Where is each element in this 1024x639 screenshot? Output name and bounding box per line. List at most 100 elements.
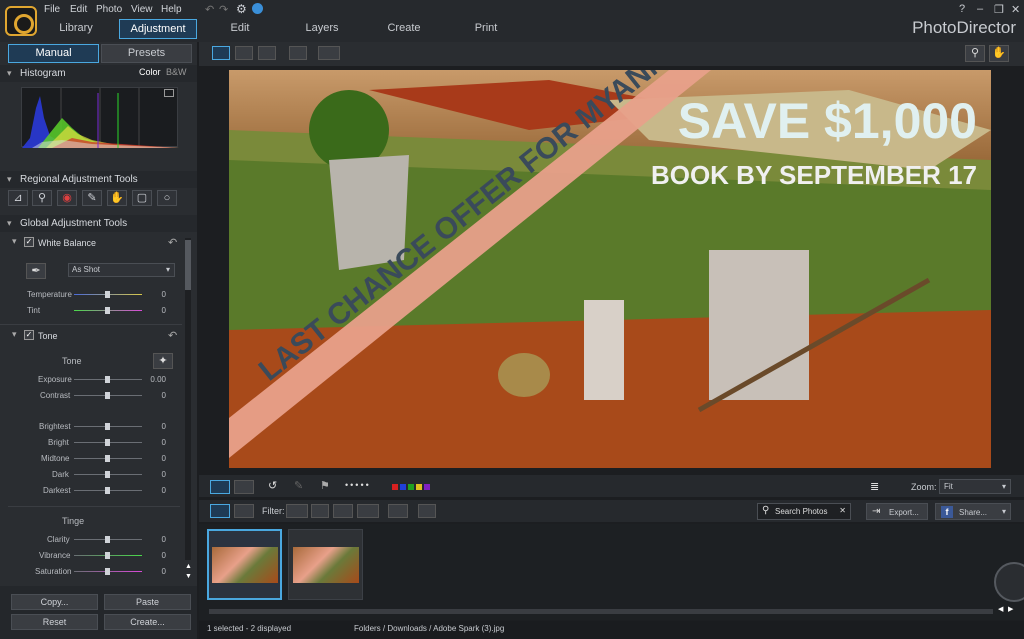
- scroll-up-icon[interactable]: ▲: [185, 563, 192, 570]
- scrollbar-thumb[interactable]: [185, 240, 191, 290]
- settings-icon[interactable]: ⚙: [236, 2, 247, 16]
- single-view-icon[interactable]: [235, 46, 253, 60]
- slider-knob[interactable]: [105, 376, 110, 383]
- graduated-filter-icon[interactable]: ▢: [132, 190, 152, 206]
- scroll-right-icon[interactable]: ▶: [1008, 605, 1013, 613]
- contrast-slider[interactable]: [74, 392, 142, 399]
- dual-layout-icon[interactable]: [234, 480, 254, 494]
- undo-icon[interactable]: ↶: [205, 3, 214, 16]
- stack-icon[interactable]: [418, 504, 436, 518]
- menu-view[interactable]: View: [131, 4, 153, 15]
- before-after-view-icon[interactable]: [212, 46, 230, 60]
- label-yellow-icon[interactable]: [416, 484, 422, 490]
- tab-print[interactable]: Print: [447, 19, 525, 39]
- tab-manual[interactable]: Manual: [8, 44, 99, 63]
- white-balance-preset-select[interactable]: As Shot ▾: [68, 263, 175, 277]
- red-eye-icon[interactable]: ◉: [57, 190, 77, 206]
- compare-view-icon[interactable]: [289, 46, 307, 60]
- menu-photo[interactable]: Photo: [96, 4, 122, 15]
- regional-tools-header[interactable]: Regional Adjustment Tools: [0, 171, 197, 188]
- midtone-slider[interactable]: [74, 455, 142, 462]
- scroll-left-icon[interactable]: ◀: [998, 605, 1003, 613]
- tab-create[interactable]: Create: [365, 19, 443, 39]
- close-button[interactable]: ✕: [1011, 3, 1020, 16]
- grid-view-icon[interactable]: [258, 46, 276, 60]
- rotate-icon[interactable]: ↺: [268, 479, 277, 492]
- temperature-slider[interactable]: [74, 291, 142, 298]
- slider-knob[interactable]: [105, 455, 110, 462]
- reset-button[interactable]: Reset: [11, 614, 98, 630]
- white-balance-reset-icon[interactable]: ↶: [168, 236, 177, 249]
- slider-knob[interactable]: [105, 487, 110, 494]
- restore-button[interactable]: ❐: [994, 3, 1004, 16]
- minimize-button[interactable]: –: [977, 3, 983, 15]
- spot-removal-icon[interactable]: ⚲: [32, 190, 52, 206]
- white-balance-checkbox[interactable]: ✓: [24, 237, 34, 247]
- slider-knob[interactable]: [105, 536, 110, 543]
- single-layout-icon[interactable]: [210, 480, 230, 494]
- menu-edit[interactable]: Edit: [70, 4, 87, 15]
- slider-knob[interactable]: [105, 568, 110, 575]
- tab-presets[interactable]: Presets: [101, 44, 192, 63]
- slider-knob[interactable]: [105, 471, 110, 478]
- auto-tone-icon[interactable]: ✦: [153, 353, 173, 369]
- thumbnail-1[interactable]: [207, 529, 282, 600]
- vibrance-slider[interactable]: [74, 552, 142, 559]
- flag-reject-icon[interactable]: ⚑: [320, 479, 330, 492]
- tab-edit[interactable]: Edit: [201, 19, 279, 39]
- slider-knob[interactable]: [105, 392, 110, 399]
- clear-search-icon[interactable]: ✕: [839, 506, 846, 515]
- filter-label-icon[interactable]: [311, 504, 329, 518]
- brush-icon[interactable]: ✎: [82, 190, 102, 206]
- display-mode-icon[interactable]: [318, 46, 340, 60]
- filter-rating-icon[interactable]: [357, 504, 379, 518]
- eyedropper-icon[interactable]: ✒: [26, 263, 46, 279]
- filmstrip-scrollbar[interactable]: [209, 609, 993, 614]
- left-panel-scrollbar[interactable]: [185, 238, 191, 560]
- label-red-icon[interactable]: [392, 484, 398, 490]
- scroll-down-icon[interactable]: ▼: [185, 573, 192, 580]
- slider-knob[interactable]: [105, 439, 110, 446]
- tone-collapse-icon[interactable]: ▾: [12, 329, 17, 340]
- tint-slider[interactable]: [74, 307, 142, 314]
- tone-checkbox[interactable]: ✓: [24, 330, 34, 340]
- slider-knob[interactable]: [105, 423, 110, 430]
- filter-edit-icon[interactable]: [333, 504, 353, 518]
- zoom-icon[interactable]: ⚲: [965, 45, 985, 62]
- tab-layers[interactable]: Layers: [283, 19, 361, 39]
- label-green-icon[interactable]: [408, 484, 414, 490]
- thumbnail-2[interactable]: [288, 529, 363, 600]
- update-icon[interactable]: [252, 3, 263, 14]
- zoom-select[interactable]: Fit ▾: [939, 479, 1011, 494]
- label-purple-icon[interactable]: [424, 484, 430, 490]
- pan-hand-icon[interactable]: ✋: [989, 45, 1009, 62]
- radial-filter-icon[interactable]: ○: [157, 190, 177, 206]
- clarity-slider[interactable]: [74, 536, 142, 543]
- create-preset-button[interactable]: Create...: [104, 614, 191, 630]
- sort-icon[interactable]: ≣: [870, 480, 879, 493]
- label-blue-icon[interactable]: [400, 484, 406, 490]
- rating-icon[interactable]: •••••: [345, 480, 371, 490]
- help-button[interactable]: ?: [959, 3, 965, 15]
- brightest-slider[interactable]: [74, 423, 142, 430]
- white-balance-collapse-icon[interactable]: ▾: [12, 236, 17, 247]
- search-input[interactable]: ⚲ Search Photos ✕: [757, 503, 851, 520]
- export-button[interactable]: ⇥ Export...: [866, 503, 928, 520]
- slider-knob[interactable]: [105, 307, 110, 314]
- clipping-warning-icon[interactable]: [164, 89, 174, 97]
- redo-icon[interactable]: ↷: [219, 3, 228, 16]
- saturation-slider[interactable]: [74, 568, 142, 575]
- tab-adjustment[interactable]: Adjustment: [119, 19, 197, 39]
- list-view-icon[interactable]: [234, 504, 254, 518]
- filmstrip-view-icon[interactable]: [210, 504, 230, 518]
- hand-tool-icon[interactable]: ✋: [107, 190, 127, 206]
- tab-library[interactable]: Library: [37, 19, 115, 39]
- dark-slider[interactable]: [74, 471, 142, 478]
- global-tools-header[interactable]: Global Adjustment Tools: [0, 215, 197, 232]
- histogram-bw-toggle[interactable]: B&W: [166, 67, 187, 77]
- menu-help[interactable]: Help: [161, 4, 182, 15]
- bright-slider[interactable]: [74, 439, 142, 446]
- crop-icon[interactable]: ⊿: [8, 190, 28, 206]
- paste-button[interactable]: Paste: [104, 594, 191, 610]
- flag-pick-icon[interactable]: ✎: [294, 479, 303, 492]
